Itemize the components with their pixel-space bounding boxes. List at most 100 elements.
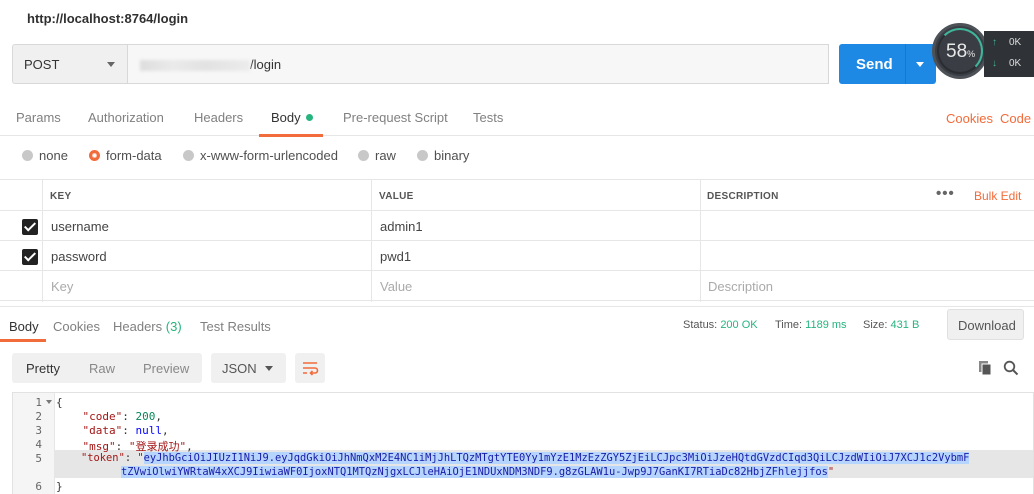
size-readout: Size: 431 B [863, 319, 920, 331]
network-monitor: ↑ 0K ↓ 0K [984, 31, 1034, 77]
radio-form-data[interactable]: form-data [89, 148, 162, 163]
code-line: { [56, 396, 63, 409]
cpu-gauge: 58% [932, 23, 988, 79]
line-number: 1 [35, 396, 42, 409]
tab-prerequest[interactable]: Pre-request Script [343, 110, 448, 125]
address-title: http://localhost:8764/login [27, 11, 189, 26]
form-data-table: KEY VALUE DESCRIPTION ••• Bulk Edit user… [0, 179, 1034, 302]
bulk-edit-link[interactable]: Bulk Edit [974, 189, 1021, 203]
arrow-up-icon: ↑ [992, 37, 997, 48]
chevron-down-icon [107, 62, 115, 67]
format-select[interactable]: JSON [211, 353, 286, 383]
download-button[interactable]: Download [947, 309, 1024, 340]
value-placeholder[interactable]: Value [380, 279, 412, 294]
checkbox-checked-icon[interactable] [22, 249, 38, 265]
method-select[interactable]: POST [12, 44, 128, 84]
tab-params[interactable]: Params [16, 110, 61, 125]
resp-tab-cookies[interactable]: Cookies [53, 319, 100, 334]
body-type-radios: none form-data x-www-form-urlencoded raw… [0, 145, 1034, 167]
view-mode-segment: Pretty Raw Preview [12, 353, 202, 383]
selected-token: eyJhbGciOiJIUzI1NiJ9.eyJqdGkiOiJhNmQxM2E… [143, 452, 970, 464]
radio-raw[interactable]: raw [358, 148, 396, 163]
url-input[interactable]: /login [127, 44, 829, 84]
download-rate: ↓ 0K [992, 58, 1022, 69]
code-line: "code": 200, [82, 410, 163, 423]
response-code-editor[interactable]: 1 2 3 4 5 6 { "code": 200, "data": null,… [12, 392, 1034, 494]
radio-urlencoded[interactable]: x-www-form-urlencoded [183, 148, 338, 163]
body-active-dot-icon [305, 114, 313, 121]
code-line: } [56, 480, 63, 493]
key-cell[interactable]: username [51, 219, 109, 234]
tab-tests[interactable]: Tests [473, 110, 503, 125]
response-view-bar: Pretty Raw Preview JSON [12, 353, 1034, 383]
gauge-value: 58% [946, 41, 976, 62]
line-gutter: 1 2 3 4 5 6 [13, 393, 55, 494]
arrow-down-icon: ↓ [992, 58, 997, 69]
key-cell[interactable]: password [51, 249, 107, 264]
method-label: POST [24, 57, 60, 72]
col-value: VALUE [379, 191, 414, 202]
response-tabs: Body Cookies Headers (3) Test Results St… [0, 306, 1034, 342]
col-divider [700, 179, 701, 302]
cookies-link[interactable]: Cookies [946, 111, 993, 126]
table-header: KEY VALUE DESCRIPTION ••• Bulk Edit [0, 179, 1034, 211]
view-preview[interactable]: Preview [143, 361, 189, 376]
wrap-lines-icon [303, 362, 319, 376]
line-number: 3 [35, 424, 42, 437]
key-placeholder[interactable]: Key [51, 279, 73, 294]
table-row: password pwd1 [0, 241, 1034, 271]
col-divider [371, 179, 372, 302]
value-cell[interactable]: pwd1 [380, 249, 411, 264]
code-link[interactable]: Code [1000, 111, 1031, 126]
request-bar: POST /login Send [12, 44, 936, 84]
line-number: 6 [35, 480, 42, 493]
code-line-wrapped: tZVwiOlwiYWRtaW4xXCJ9IiwiaWF0IjoxNTQ1MTQ… [121, 466, 835, 478]
table-row-new: Key Value Description [0, 271, 1034, 301]
radio-circle-icon [183, 150, 194, 161]
resp-tab-body[interactable]: Body [9, 319, 39, 334]
redacted-host [140, 60, 250, 72]
code-line: "data": null, [82, 424, 169, 437]
active-resp-tab-indicator [0, 339, 46, 342]
active-tab-indicator [259, 134, 323, 137]
line-number: 5 [35, 452, 42, 465]
search-icon[interactable] [1003, 360, 1019, 376]
col-divider [42, 179, 43, 302]
col-key: KEY [50, 191, 72, 202]
url-path: /login [250, 57, 282, 72]
more-options-icon[interactable]: ••• [936, 185, 955, 202]
fold-caret-icon[interactable] [46, 400, 52, 404]
tab-body[interactable]: Body [271, 110, 313, 125]
wrap-lines-button[interactable] [295, 353, 325, 383]
resp-tab-headers[interactable]: Headers (3) [113, 319, 182, 334]
send-button[interactable]: Send [839, 44, 936, 84]
radio-circle-icon [358, 150, 369, 161]
chevron-down-icon [265, 366, 273, 371]
resp-tab-test-results[interactable]: Test Results [200, 319, 271, 334]
send-divider [905, 44, 906, 84]
radio-none[interactable]: none [22, 148, 68, 163]
line-number: 2 [35, 410, 42, 423]
checkbox-checked-icon[interactable] [22, 219, 38, 235]
view-raw[interactable]: Raw [89, 361, 115, 376]
radio-selected-icon [89, 150, 100, 161]
upload-rate: ↑ 0K [992, 37, 1022, 48]
code-line: "token": "eyJhbGciOiJIUzI1NiJ9.eyJqdGkiO… [81, 452, 970, 464]
send-label: Send [856, 56, 893, 73]
format-label: JSON [222, 361, 257, 376]
line-number: 4 [35, 438, 42, 451]
request-tabs: Params Authorization Headers Body Pre-re… [0, 103, 1034, 137]
col-description: DESCRIPTION [707, 191, 779, 202]
tab-headers[interactable]: Headers [194, 110, 243, 125]
status-readout: Status: 200 OK [683, 319, 758, 331]
value-cell[interactable]: admin1 [380, 219, 423, 234]
tab-authorization[interactable]: Authorization [88, 110, 164, 125]
description-placeholder[interactable]: Description [708, 279, 773, 294]
table-row: username admin1 [0, 211, 1034, 241]
time-readout: Time: 1189 ms [775, 319, 847, 331]
radio-circle-icon [417, 150, 428, 161]
view-pretty[interactable]: Pretty [26, 361, 60, 376]
copy-icon[interactable] [977, 360, 993, 376]
send-options-chevron-icon[interactable] [916, 62, 924, 67]
radio-binary[interactable]: binary [417, 148, 469, 163]
